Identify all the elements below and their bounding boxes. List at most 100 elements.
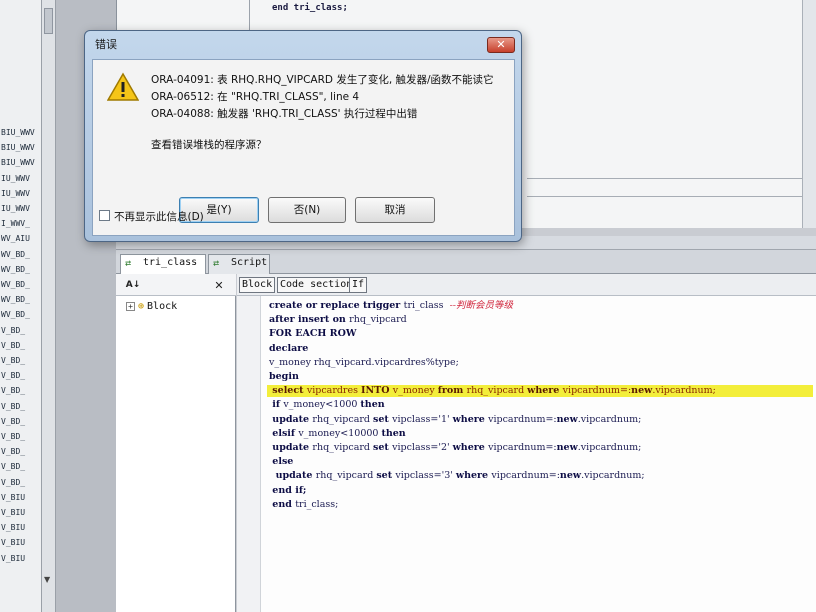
code-token: .vipcardnum;	[577, 442, 642, 453]
code-line[interactable]: elsif v_money<10000 then	[269, 427, 405, 441]
object-browser-list[interactable]: BIU_WWV BIU_WWV BIU_WWV IU_WWV IU_WWV IU_WWV I…	[0, 0, 42, 612]
object-list-item[interactable]: V_BD_	[0, 417, 41, 431]
code-keyword: where	[452, 442, 489, 453]
error-dialog: 错误 ✕ ORA-04091: 表 RHQ.RHQ_VIPCARD 发生了变化,…	[84, 30, 522, 242]
warning-icon	[107, 72, 139, 101]
sort-az-icon[interactable]: A↓	[124, 277, 142, 293]
code-keyword: if	[269, 399, 284, 411]
code-keyword: begin	[269, 371, 299, 382]
code-keyword: after insert on	[269, 314, 350, 326]
code-keyword: then	[360, 399, 385, 411]
expand-icon[interactable]: +	[126, 302, 135, 311]
code-token: tri_class;	[295, 498, 339, 510]
code-token: rhq_vipcard	[315, 470, 377, 482]
error-message-2: ORA-06512: 在 "RHQ.TRI_CLASS", line 4	[151, 91, 360, 103]
code-line[interactable]: end if;	[269, 484, 306, 498]
object-list-item[interactable]: V_BD_	[0, 402, 41, 416]
block-node-icon: ⊕	[138, 301, 145, 312]
code-line[interactable]: update rhq_vipcard set vipclass='3' wher…	[269, 469, 645, 483]
code-line[interactable]: else	[269, 455, 293, 469]
object-list-item[interactable]: WV_BD_	[0, 310, 41, 324]
object-list-item[interactable]: BIU_WWV	[0, 158, 41, 172]
object-list-item[interactable]: V_BD_	[0, 447, 41, 461]
object-list-item[interactable]: WV_BD_	[0, 295, 41, 309]
code-keyword: from	[437, 385, 467, 397]
code-keyword: update	[269, 470, 316, 482]
object-list-item[interactable]: V_BD_	[0, 386, 41, 400]
code-keyword: end	[269, 498, 296, 510]
code-line[interactable]: after insert on rhq_vipcard	[269, 313, 407, 327]
scrollbar-thumb[interactable]	[44, 8, 53, 34]
code-keyword: set	[376, 470, 396, 482]
code-keyword: where	[527, 385, 563, 397]
object-list-item[interactable]: WV_BD_	[0, 265, 41, 279]
object-list-item[interactable]: V_BD_	[0, 356, 41, 370]
code-keyword: new	[631, 385, 653, 397]
no-button[interactable]: 否(N)	[268, 197, 346, 223]
code-keyword: new	[559, 470, 582, 482]
scroll-down-arrow-icon[interactable]: ▼	[44, 575, 50, 584]
code-line[interactable]: select vipcardres INTO v_money from rhq_…	[269, 384, 716, 398]
code-line[interactable]: v_money rhq_vipcard.vipcardres%type;	[269, 356, 459, 370]
object-list-item[interactable]: V_BD_	[0, 326, 41, 340]
code-editor[interactable]: Block Code section If create or replace …	[237, 274, 816, 612]
code-text-area[interactable]: create or replace trigger tri_class --判断…	[267, 296, 813, 612]
object-list-item[interactable]: IU_WWV	[0, 174, 41, 188]
object-list-item[interactable]: V_BIU	[0, 554, 41, 568]
editor-gutter	[237, 296, 261, 612]
toolbar-code-section-button[interactable]: Code section	[277, 277, 356, 293]
checkbox-icon[interactable]	[99, 210, 110, 221]
checkbox-label: 不再显示此信息(D)	[114, 211, 204, 223]
object-list-item[interactable]: V_BD_	[0, 478, 41, 492]
object-browser-scrollbar[interactable]: ▼	[42, 0, 56, 612]
tab-script[interactable]: ⇄ Script	[208, 254, 270, 274]
object-list-item[interactable]: V_BIU	[0, 523, 41, 537]
code-token: v_money<1000	[283, 399, 361, 411]
code-line[interactable]: update rhq_vipcard set vipclass='2' wher…	[269, 441, 641, 455]
upper-editor-scrollbar[interactable]	[802, 0, 816, 228]
object-list-item[interactable]: V_BIU	[0, 493, 41, 507]
code-keyword: else	[269, 456, 294, 468]
code-line[interactable]: begin	[269, 370, 299, 384]
code-line[interactable]: FOR EACH ROW	[269, 327, 357, 341]
object-list-item[interactable]: V_BD_	[0, 432, 41, 446]
object-list-item[interactable]: V_BIU	[0, 538, 41, 552]
object-list-item[interactable]: V_BD_	[0, 462, 41, 476]
object-list-item[interactable]: IU_WWV	[0, 189, 41, 203]
toolbar-block-button[interactable]: Block	[239, 277, 276, 293]
object-list-item[interactable]: WV_BD_	[0, 250, 41, 264]
code-token: vipcardnum=:	[488, 413, 557, 425]
separator-line	[527, 178, 816, 179]
editor-toolbar: Block Code section If	[237, 274, 816, 296]
tab-label: tri_class	[143, 257, 198, 268]
code-line[interactable]: update rhq_vipcard set vipclass='1' wher…	[269, 413, 641, 427]
toolbar-if-button[interactable]: If	[349, 277, 368, 293]
dialog-close-button[interactable]: ✕	[487, 37, 515, 53]
code-token: vipcardres	[306, 385, 361, 397]
script-icon: ⇄	[213, 258, 220, 269]
code-line[interactable]: create or replace trigger tri_class --判断…	[269, 299, 513, 313]
object-list-item[interactable]: I_WWV_	[0, 219, 41, 233]
structure-tree-panel: A↓ ✕ + ⊕ Block	[116, 274, 236, 612]
code-line[interactable]: end tri_class;	[269, 498, 338, 512]
error-message-3: ORA-04088: 触发器 'RHQ.TRI_CLASS' 执行过程中出错	[151, 108, 418, 120]
code-token: rhq_vipcard	[312, 442, 374, 453]
dont-show-again-checkbox[interactable]: 不再显示此信息(D)	[99, 209, 204, 224]
code-line[interactable]: declare	[269, 342, 308, 356]
object-list-item[interactable]: V_BIU	[0, 508, 41, 522]
object-list-item[interactable]: V_BD_	[0, 341, 41, 355]
code-keyword: update	[269, 413, 313, 425]
close-tree-button[interactable]: ✕	[210, 277, 228, 293]
code-token: v_money	[392, 385, 438, 397]
object-list-item[interactable]: BIU_WWV	[0, 143, 41, 157]
tree-node-label: Block	[147, 301, 178, 312]
object-list-item[interactable]: BIU_WWV	[0, 128, 41, 142]
cancel-button[interactable]: 取消	[355, 197, 435, 223]
object-list-item[interactable]: V_BD_	[0, 371, 41, 385]
code-line[interactable]: if v_money<1000 then	[269, 398, 385, 412]
object-list-item[interactable]: WV_BD_	[0, 280, 41, 294]
object-list-item[interactable]: WV_AIU	[0, 234, 41, 248]
object-list-item[interactable]: IU_WWV	[0, 204, 41, 218]
tab-tri-class[interactable]: ⇄ tri_class	[120, 254, 206, 275]
tree-node-block[interactable]: + ⊕ Block	[126, 301, 177, 312]
